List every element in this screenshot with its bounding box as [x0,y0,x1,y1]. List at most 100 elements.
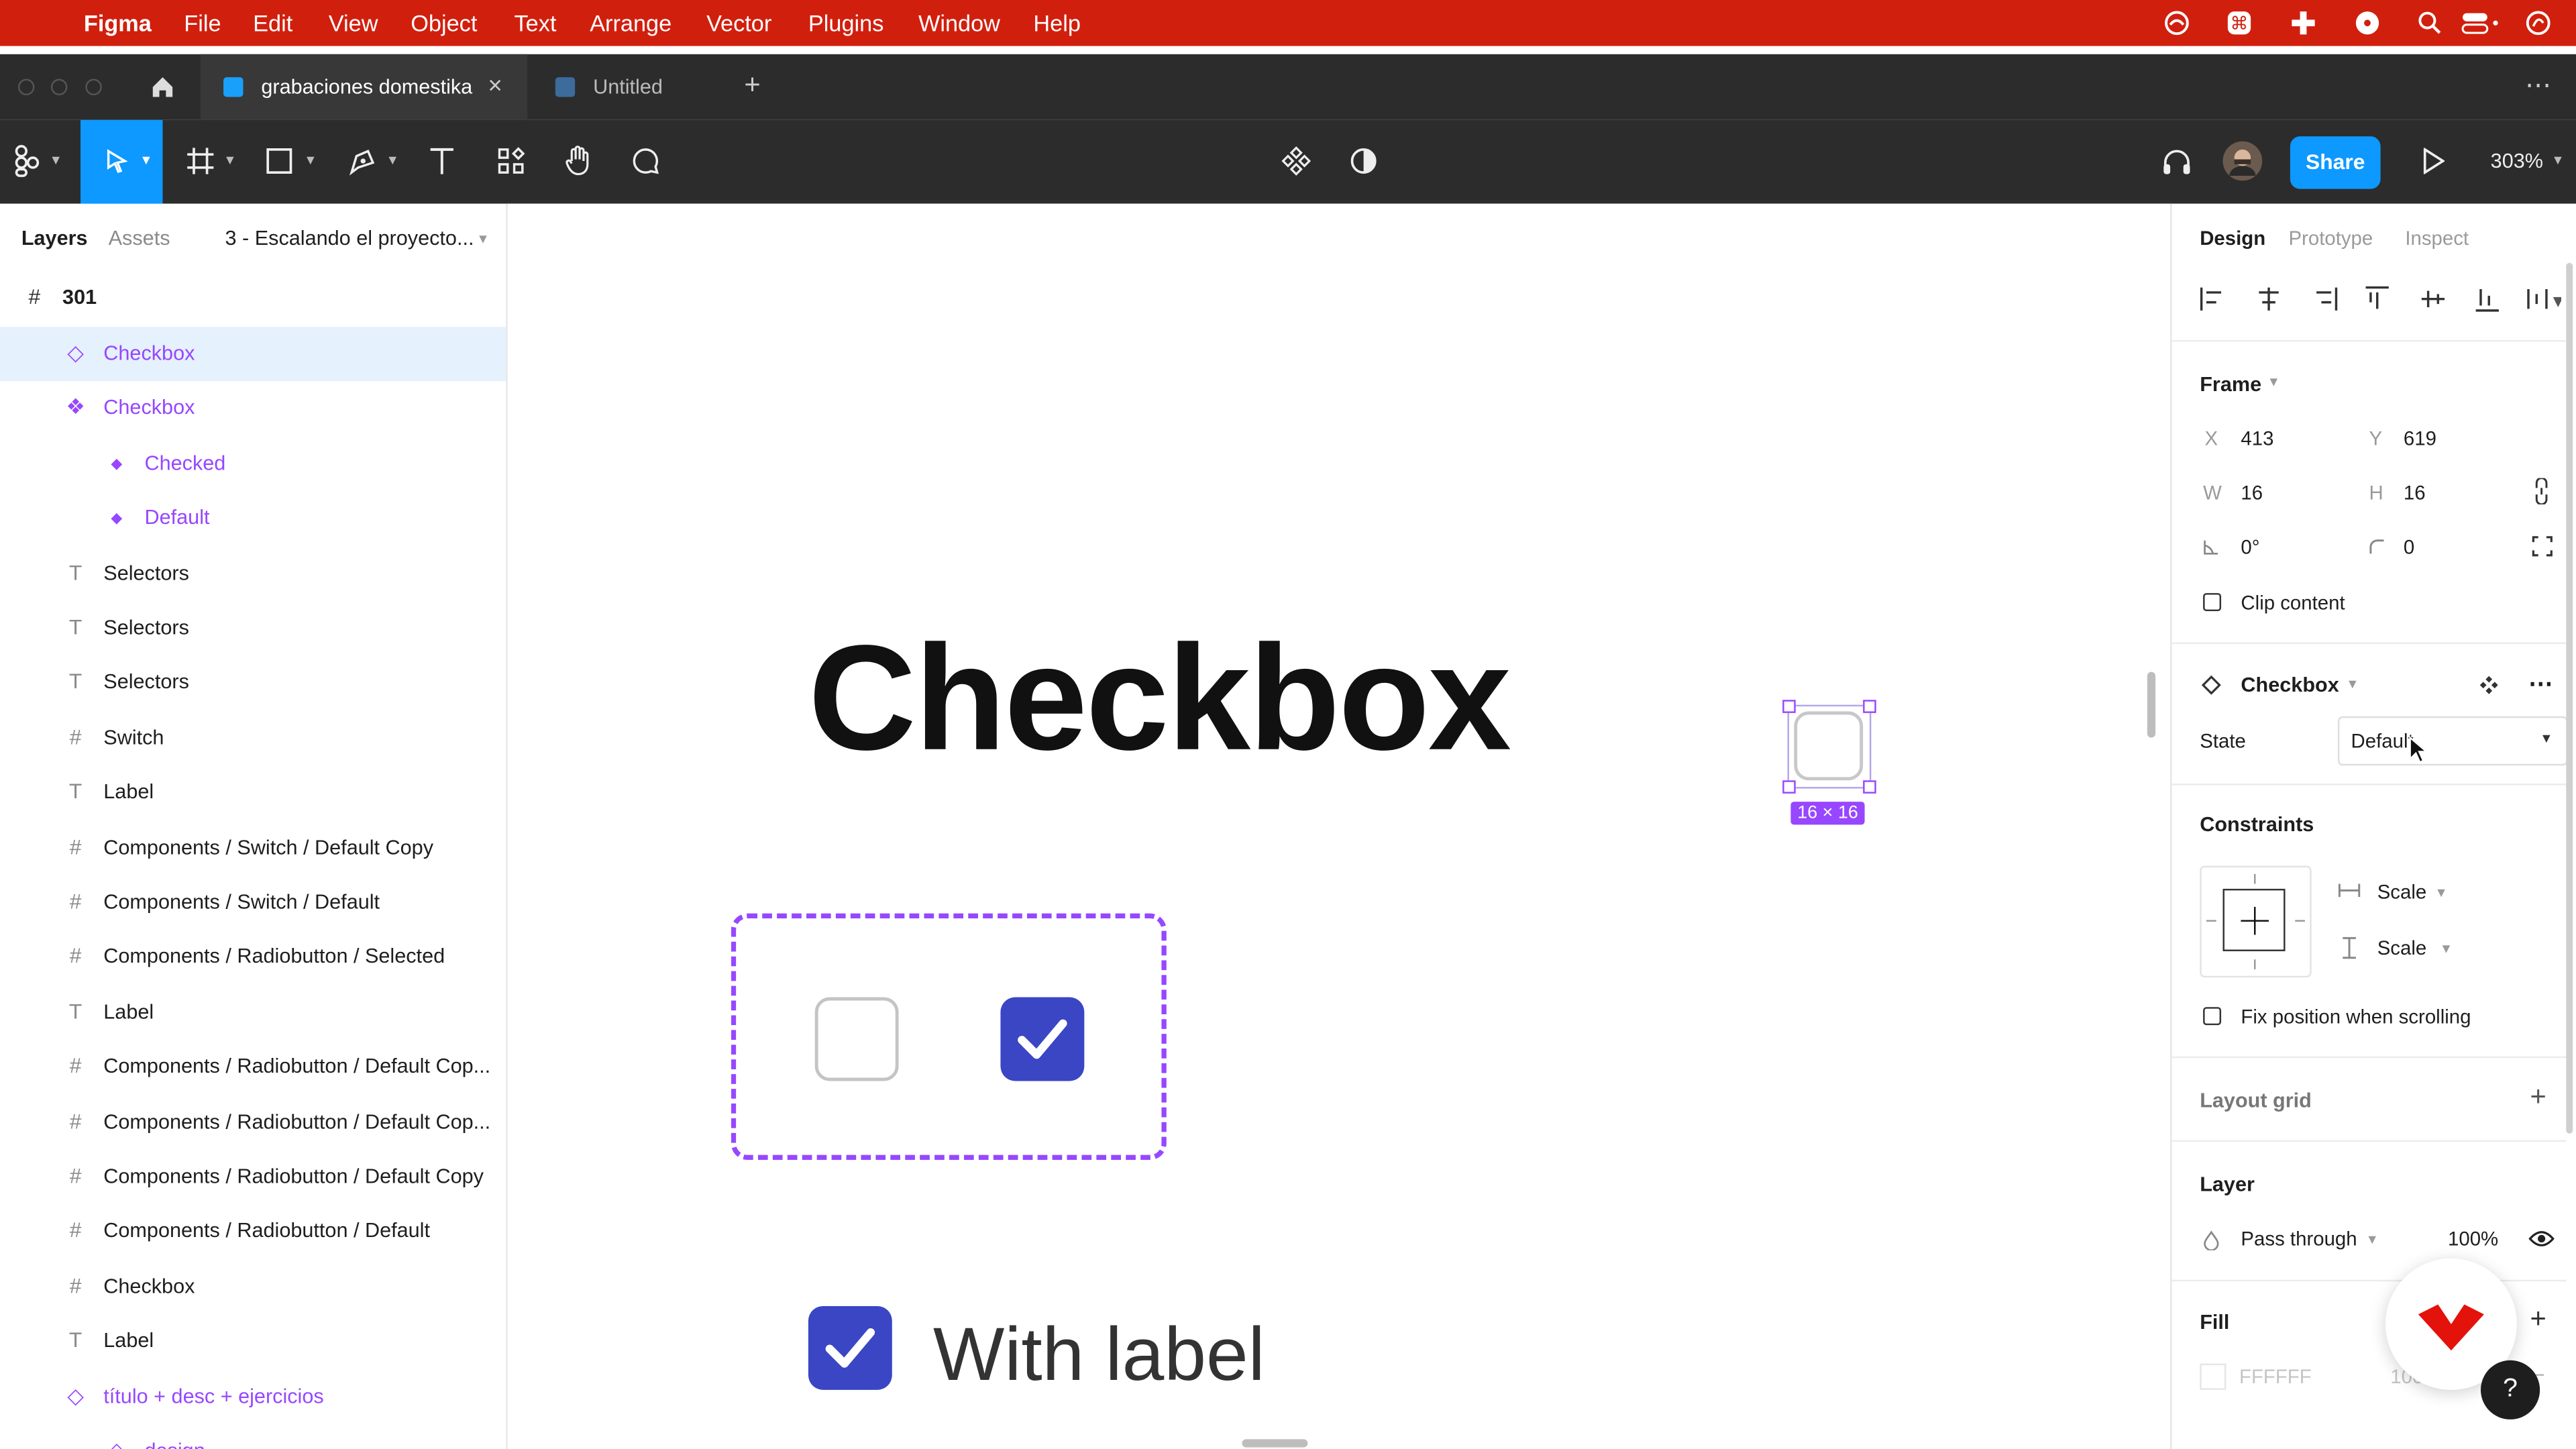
layer-row[interactable]: ◇ Checkbox [0,327,506,382]
constrain-proportions-icon[interactable] [2533,478,2549,504]
tab-assets[interactable]: Assets [109,227,170,250]
window-minimize-button[interactable] [50,78,68,96]
tab-close-button[interactable]: × [488,72,502,101]
siri-icon[interactable] [2524,10,2552,36]
go-to-main-component-icon[interactable] [2479,676,2499,695]
w-input[interactable]: 16 [2241,482,2263,504]
resize-handle[interactable] [1782,700,1796,713]
resources-tool-button[interactable] [496,140,526,182]
layer-row[interactable]: # Components / Radiobutton / Selected [0,930,506,985]
menu-vector[interactable]: Vector [706,10,771,36]
layer-row[interactable]: # Components / Radiobutton / Default Cop.… [0,1040,506,1095]
more-options-icon[interactable]: ⋯ [2525,69,2551,102]
avatar[interactable] [2222,141,2263,184]
menu-view[interactable]: View [329,10,378,36]
tab-design[interactable]: Design [2200,227,2265,250]
constraints-widget[interactable] [2200,865,2312,978]
clip-content-checkbox[interactable] [2203,593,2222,612]
chevron-down-icon[interactable]: ▼ [2434,885,2447,900]
h-input[interactable]: 16 [2404,482,2426,504]
instance-name[interactable]: Checkbox [2241,674,2339,696]
checkbox-default-variant[interactable] [814,997,899,1081]
contrast-icon[interactable] [1349,140,1379,182]
text-tool-button[interactable] [427,140,457,182]
chevron-down-icon[interactable]: ▼ [476,231,489,246]
tab-grabaciones-domestika[interactable]: grabaciones domestika × [200,54,528,120]
components-icon[interactable] [1281,140,1311,182]
frame-tool-button[interactable]: ▼ [186,140,236,182]
menu-object[interactable]: Object [411,10,477,36]
headphones-icon[interactable] [2160,140,2193,182]
search-icon[interactable] [2415,10,2443,36]
rotation-input[interactable]: 0° [2241,535,2259,558]
fill-swatch[interactable] [2200,1363,2226,1390]
tab-layers[interactable]: Layers [21,227,88,250]
layer-row[interactable]: T Label [0,766,506,820]
frame-section-title[interactable]: Frame [2200,373,2261,396]
menu-edit[interactable]: Edit [253,10,292,36]
chevron-down-icon[interactable]: ▼ [2366,1232,2379,1247]
chevron-down-icon[interactable]: ▼ [2267,374,2280,389]
fix-position-checkbox[interactable] [2203,1007,2222,1026]
layer-root-frame[interactable]: # 301 [0,271,506,325]
tab-prototype[interactable]: Prototype [2288,227,2373,250]
main-menu-button[interactable]: ▼ [13,140,62,182]
component-set-frame[interactable] [731,913,1167,1160]
zoom-chevron-down-icon[interactable]: ▼ [2551,140,2564,182]
comment-tool-button[interactable] [631,140,660,182]
resize-handle[interactable] [1863,700,1876,713]
window-zoom-button[interactable] [85,78,102,96]
state-select[interactable]: Default ▼ [2337,716,2568,766]
layer-row[interactable]: ◇ título + desc + ejercicios [0,1369,506,1424]
command-icon[interactable]: ⌘ [2224,10,2253,36]
layer-row[interactable]: T Label [0,985,506,1040]
layer-row[interactable]: T Selectors [0,656,506,710]
corner-radius-input[interactable]: 0 [2404,535,2414,558]
home-icon[interactable] [150,74,176,105]
layer-row[interactable]: # Checkbox [0,1260,506,1314]
fill-hex-input[interactable]: FFFFFF [2239,1365,2312,1388]
menu-file[interactable]: File [184,10,221,36]
x-input[interactable]: 413 [2241,427,2273,450]
creative-cloud-icon[interactable] [2162,10,2190,36]
present-play-icon[interactable] [2422,140,2446,182]
menu-help[interactable]: Help [1033,10,1081,36]
vertical-constraint-select[interactable]: Scale [2377,936,2427,959]
new-tab-button[interactable]: + [744,69,760,102]
chevron-down-icon[interactable]: ▼ [2346,677,2359,692]
menu-text[interactable]: Text [515,10,557,36]
help-button[interactable]: ? [2480,1360,2540,1419]
horizontal-scrollbar[interactable] [1242,1439,1308,1448]
control-center-icon[interactable] [2461,10,2504,36]
move-tool-button[interactable]: ▼ [80,119,163,204]
menu-plugins[interactable]: Plugins [808,10,883,36]
opacity-input[interactable]: 100% [2448,1227,2498,1250]
resize-handle[interactable] [1782,780,1796,794]
pen-tool-button[interactable]: ▼ [348,140,399,182]
layer-row[interactable]: # Components / Radiobutton / Default Copy [0,1150,506,1204]
menu-window[interactable]: Window [918,10,1000,36]
menu-app-name[interactable]: Figma [84,10,152,36]
cross-plugin-icon[interactable] [2288,10,2316,36]
blend-mode-select[interactable]: Pass through [2241,1227,2357,1250]
shape-tool-button[interactable]: ▼ [264,140,317,182]
tab-untitled[interactable]: Untitled [529,54,727,120]
layer-row[interactable]: ◇ design [0,1424,506,1449]
horizontal-constraint-select[interactable]: Scale [2377,881,2427,904]
layer-row[interactable]: ◆ Checked [0,437,506,491]
more-options-icon[interactable]: ⋯ [2528,669,2553,698]
layer-row[interactable]: T Selectors [0,601,506,655]
layer-row[interactable]: ❖ Checkbox [0,382,506,436]
chevron-down-icon[interactable]: ▼ [2440,941,2453,956]
add-layout-grid-button[interactable]: + [2530,1081,2546,1114]
layer-row[interactable]: ◆ Default [0,492,506,546]
panel-scrollbar[interactable] [2566,262,2573,1134]
menu-arrange[interactable]: Arrange [590,10,672,36]
tab-inspect[interactable]: Inspect [2405,227,2469,250]
layer-row[interactable]: # Components / Switch / Default Copy [0,821,506,875]
independent-corners-icon[interactable] [2532,535,2553,557]
layer-row[interactable]: # Components / Radiobutton / Default [0,1205,506,1259]
share-button[interactable]: Share [2290,136,2381,189]
layer-row[interactable]: T Selectors [0,547,506,601]
eye-icon[interactable] [2528,1229,2555,1248]
